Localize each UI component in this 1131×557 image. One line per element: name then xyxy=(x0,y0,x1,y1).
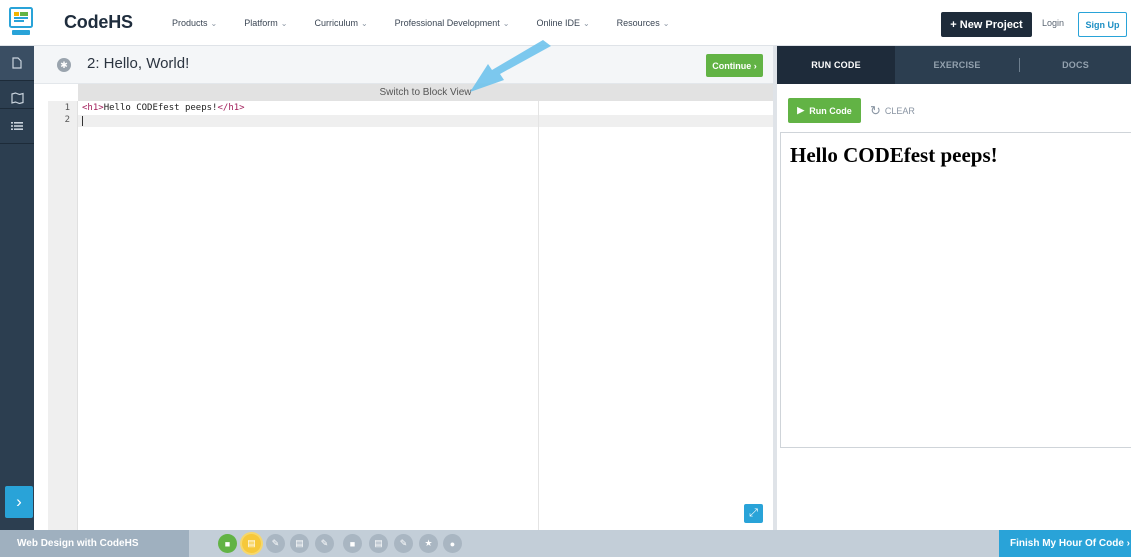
print-margin-line xyxy=(538,101,539,530)
refresh-icon: ↻ xyxy=(870,102,881,118)
progress-item-document[interactable]: ▤ xyxy=(290,534,309,553)
output-panel: RUN CODE EXERCISE DOCS ▶ Run Code ↻ CLEA… xyxy=(777,46,1131,530)
active-line-highlight xyxy=(78,115,773,127)
nav-platform[interactable]: Platform ⌄ xyxy=(244,18,287,28)
codehs-logo-icon[interactable] xyxy=(9,7,33,37)
nav-resources[interactable]: Resources ⌄ xyxy=(617,18,670,28)
document-icon[interactable] xyxy=(0,46,34,80)
expand-icon: ⤢ xyxy=(749,507,758,519)
editor-header: ✱ 2: Hello, World! Continue › xyxy=(34,46,773,84)
expand-sidebar-button[interactable]: › xyxy=(5,486,33,518)
document-icon: ▤ xyxy=(295,538,304,548)
finish-hour-of-code-button[interactable]: Finish My Hour Of Code › xyxy=(999,530,1131,557)
progress-item-pencil[interactable]: ✎ xyxy=(394,534,413,553)
chevron-down-icon: ⌄ xyxy=(360,18,368,28)
progress-item-document[interactable]: ▤ xyxy=(369,534,388,553)
code-input-area[interactable]: <h1>Hello CODEfest peeps!</h1> xyxy=(78,101,773,530)
code-line[interactable]: <h1>Hello CODEfest peeps!</h1> xyxy=(82,103,245,113)
pencil-icon: ✎ xyxy=(271,538,280,548)
top-navigation: CodeHS Products ⌄ Platform ⌄ Curriculum ⌄ P… xyxy=(0,0,1131,46)
bottom-progress-bar: Web Design with CodeHS ■ ▤ ✎ ▤ ✎ ■ ▤ ✎ ★… xyxy=(0,530,1131,557)
progress-item-document-current[interactable]: ▤ xyxy=(242,534,261,553)
new-project-button[interactable]: + New Project xyxy=(941,12,1032,37)
play-icon: ▶ xyxy=(797,105,805,115)
progress-item-star[interactable]: ★ xyxy=(419,534,438,553)
login-link[interactable]: Login xyxy=(1042,18,1064,28)
video-icon: ■ xyxy=(224,538,231,549)
run-code-button[interactable]: ▶ Run Code xyxy=(788,98,861,123)
chevron-down-icon: ⌄ xyxy=(502,18,510,28)
brand-name[interactable]: CodeHS xyxy=(64,12,133,33)
chevron-down-icon: ⌄ xyxy=(662,18,670,28)
chevron-right-icon: › xyxy=(16,492,22,511)
code-editor-panel: ✱ 2: Hello, World! Continue › Switch to … xyxy=(34,46,773,530)
nav-products[interactable]: Products ⌄ xyxy=(172,18,217,28)
line-number-gutter: 1 2 xyxy=(48,101,78,530)
tab-run-code[interactable]: RUN CODE xyxy=(777,46,895,84)
star-icon: ★ xyxy=(424,538,433,548)
switch-to-block-view-button[interactable]: Switch to Block View xyxy=(78,84,773,101)
pencil-icon: ✎ xyxy=(320,538,329,548)
fullscreen-button[interactable]: ⤢ xyxy=(744,504,763,523)
progress-item-pencil[interactable]: ✎ xyxy=(266,534,285,553)
course-title[interactable]: Web Design with CodeHS xyxy=(0,530,189,557)
chevron-down-icon: ⌄ xyxy=(210,18,218,28)
progress-item-video[interactable]: ■ xyxy=(218,534,237,553)
progress-item-circle[interactable]: ● xyxy=(443,534,462,553)
output-heading: Hello CODEfest peeps! xyxy=(790,143,998,167)
text-cursor xyxy=(82,116,83,126)
left-rail: › xyxy=(0,46,34,530)
nav-online-ide[interactable]: Online IDE ⌄ xyxy=(536,18,589,28)
rail-divider xyxy=(0,143,34,144)
nav-curriculum[interactable]: Curriculum ⌄ xyxy=(314,18,367,28)
line-number: 2 xyxy=(64,115,70,125)
progress-item-video[interactable]: ■ xyxy=(343,534,362,553)
lesson-title: 2: Hello, World! xyxy=(87,55,190,72)
video-icon: ■ xyxy=(349,538,356,549)
chevron-down-icon: ⌄ xyxy=(280,18,288,28)
document-icon: ▤ xyxy=(247,538,256,548)
tab-exercise[interactable]: EXERCISE xyxy=(895,46,1019,84)
list-icon[interactable] xyxy=(0,109,34,143)
signup-button[interactable]: Sign Up xyxy=(1078,12,1127,37)
document-icon: ▤ xyxy=(374,538,383,548)
tab-docs[interactable]: DOCS xyxy=(1020,46,1131,84)
pencil-icon: ✎ xyxy=(399,538,408,548)
progress-item-pencil[interactable]: ✎ xyxy=(315,534,334,553)
line-number: 1 xyxy=(64,103,70,113)
output-tabs: RUN CODE EXERCISE DOCS xyxy=(777,46,1131,84)
circle-icon: ● xyxy=(449,538,456,549)
output-preview: Hello CODEfest peeps! xyxy=(780,132,1131,448)
nav-links: Products ⌄ Platform ⌄ Curriculum ⌄ Professi… xyxy=(172,0,696,46)
continue-button[interactable]: Continue › xyxy=(706,54,763,77)
clear-button[interactable]: ↻ CLEAR xyxy=(870,102,915,119)
nav-professional-development[interactable]: Professional Development ⌄ xyxy=(395,18,510,28)
chevron-down-icon: ⌄ xyxy=(582,18,590,28)
gear-icon[interactable]: ✱ xyxy=(57,58,71,72)
